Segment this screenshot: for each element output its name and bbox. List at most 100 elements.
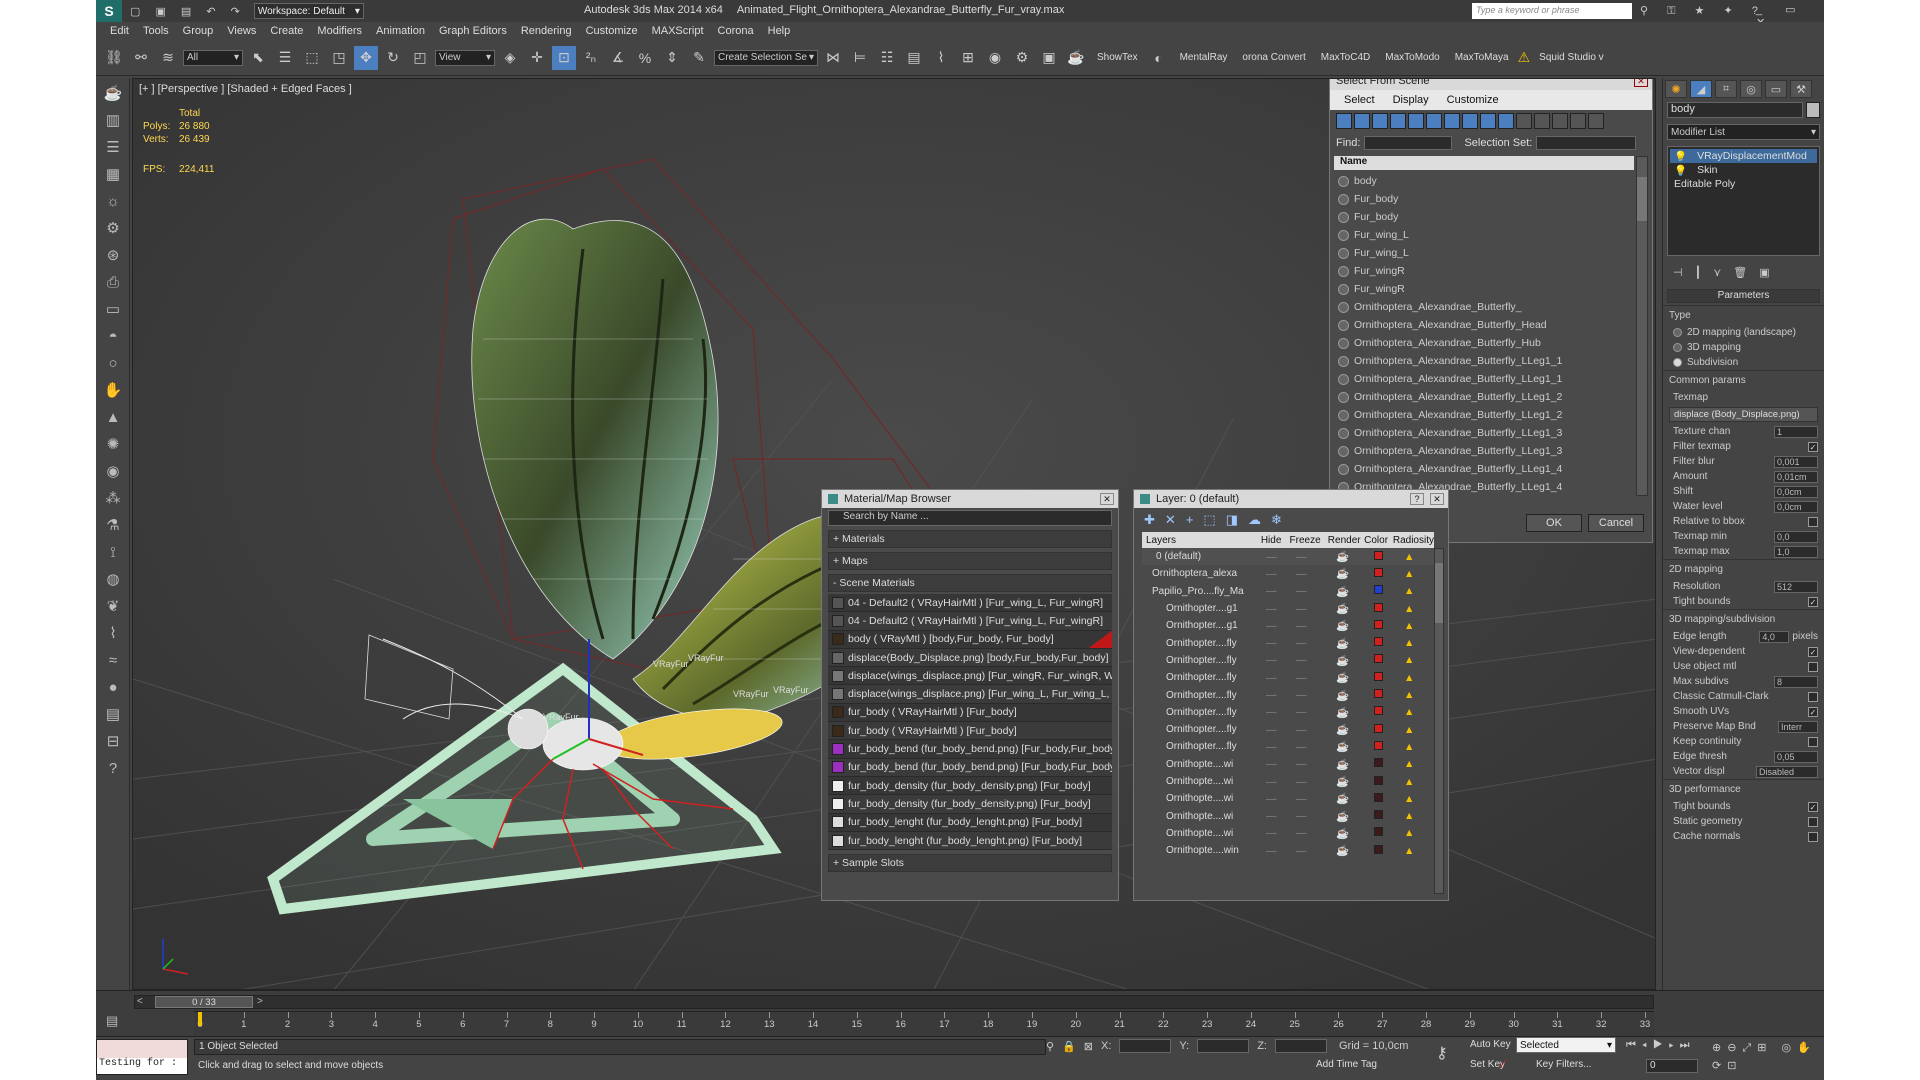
- render-toggle-icon[interactable]: ☕: [1336, 654, 1374, 667]
- scene-list-item[interactable]: Ornithoptera_Alexandrae_Butterfly_Head: [1334, 316, 1634, 334]
- menu-help[interactable]: Help: [768, 25, 791, 37]
- layer-color-swatch[interactable]: [1374, 706, 1404, 718]
- infocenter-icons[interactable]: ⚲ ⚿ ★ ✦ ?: [1640, 4, 1766, 18]
- maxtomaya-button[interactable]: MaxToMaya: [1455, 52, 1509, 63]
- filter-icon[interactable]: [1588, 113, 1604, 129]
- scene-list-item[interactable]: Ornithoptera_Alexandrae_Butterfly_LLeg1_…: [1334, 406, 1634, 424]
- layer-row[interactable]: Ornithopte....wi — — ☕ ▲: [1142, 825, 1434, 842]
- render-toggle-icon[interactable]: ☕: [1336, 689, 1374, 702]
- render-production-icon[interactable]: ☕: [1064, 46, 1088, 70]
- hide-toggle[interactable]: —: [1266, 810, 1296, 822]
- modify-tab-icon[interactable]: ◢: [1690, 80, 1712, 98]
- col-hide[interactable]: Hide: [1261, 535, 1290, 546]
- sun-icon[interactable]: ✺: [100, 432, 126, 456]
- tab-select[interactable]: Select: [1344, 94, 1375, 106]
- delete-layer-icon[interactable]: ✕: [1165, 512, 1176, 527]
- layer-row[interactable]: Ornithopte....wi — — ☕ ▲: [1142, 790, 1434, 807]
- hide-toggle[interactable]: —: [1266, 724, 1296, 736]
- dynamics-icon[interactable]: ⚗: [100, 513, 126, 537]
- radiosity-icon[interactable]: ▲: [1404, 620, 1414, 632]
- tight-bounds-checkbox[interactable]: Tight bounds ✓: [1663, 799, 1824, 814]
- sync-icon[interactable]: [1570, 113, 1586, 129]
- corona-convert-button[interactable]: orona Convert: [1242, 52, 1305, 63]
- scene-list-item[interactable]: Fur_wingR: [1334, 280, 1634, 298]
- nav-controls[interactable]: ⊕⊖⤢⊞ ◎✋⟳⊡: [1712, 1039, 1822, 1075]
- material-list-item[interactable]: fur_body_lenght (fur_body_lenght.png) [F…: [828, 831, 1112, 851]
- utilities-tab-icon[interactable]: ⚒: [1790, 80, 1812, 98]
- render-toggle-icon[interactable]: ☕: [1336, 810, 1374, 823]
- mirror-icon[interactable]: ⋈: [821, 46, 845, 70]
- particles-icon[interactable]: ⁂: [100, 486, 126, 510]
- param-field[interactable]: Shift 0,0cm: [1663, 484, 1824, 499]
- tight-bounds-2d-checkbox[interactable]: Tight bounds ✓: [1663, 594, 1824, 609]
- render-toggle-icon[interactable]: ☕: [1336, 706, 1374, 719]
- material-list-item[interactable]: fur_body ( VRayHairMtl ) [Fur_body]: [828, 703, 1112, 723]
- plant-icon[interactable]: ❦: [100, 594, 126, 618]
- bone-icon[interactable]: ⟟: [100, 540, 126, 564]
- layer-color-swatch[interactable]: [1374, 827, 1404, 839]
- radiosity-icon[interactable]: ▲: [1404, 741, 1414, 753]
- close-icon[interactable]: ✕: [1634, 79, 1648, 87]
- cache-normals-checkbox[interactable]: Cache normals: [1663, 829, 1824, 844]
- material-list-item[interactable]: fur_body_density (fur_body_density.png) …: [828, 795, 1112, 814]
- layer-row[interactable]: Ornithopter....fly — — ☕ ▲: [1142, 669, 1434, 686]
- radiosity-icon[interactable]: ▲: [1404, 724, 1414, 736]
- radiosity-icon[interactable]: ▲: [1404, 776, 1414, 788]
- layer-row[interactable]: Ornithopter....fly — — ☕ ▲: [1142, 634, 1434, 651]
- hide-toggle[interactable]: —: [1266, 551, 1296, 563]
- hide-toggle[interactable]: —: [1266, 585, 1296, 597]
- help-icon[interactable]: ?: [100, 756, 126, 780]
- time-slider[interactable]: < 0 / 33 >: [134, 995, 1654, 1009]
- show-end-result-icon[interactable]: ┃: [1695, 266, 1702, 279]
- key-icon[interactable]: ⚷: [1436, 1043, 1448, 1063]
- pivot-center-icon[interactable]: ◈: [498, 46, 522, 70]
- hair-icon[interactable]: ≈: [100, 648, 126, 672]
- freeze-toggle[interactable]: —: [1296, 724, 1336, 736]
- radiosity-icon[interactable]: ▲: [1404, 551, 1414, 563]
- freeze-toggle[interactable]: —: [1296, 827, 1336, 839]
- scene-list-item[interactable]: Ornithoptera_Alexandrae_Butterfly_LLeg1_…: [1334, 460, 1634, 478]
- camera-icon[interactable]: ⎙: [100, 270, 126, 294]
- tab-display[interactable]: Display: [1393, 94, 1429, 106]
- layer-row[interactable]: Ornithopte....wi — — ☕ ▲: [1142, 807, 1434, 824]
- freeze-toggle[interactable]: —: [1296, 758, 1336, 770]
- layer-manager-icon[interactable]: ☷: [875, 46, 899, 70]
- render-frame-icon[interactable]: ▥: [100, 108, 126, 132]
- layer-color-swatch[interactable]: [1374, 810, 1404, 822]
- hierarchy-tab-icon[interactable]: ⌗: [1715, 80, 1737, 98]
- x-field[interactable]: [1119, 1039, 1172, 1053]
- scene-list-item[interactable]: Ornithoptera_Alexandrae_Butterfly_Hub: [1334, 334, 1634, 352]
- maxtoc4d-button[interactable]: MaxToC4D: [1321, 52, 1370, 63]
- hide-toggle[interactable]: —: [1266, 827, 1296, 839]
- preserve-map-bnd-dropdown[interactable]: Preserve Map Bnd Interr: [1663, 719, 1824, 734]
- hide-toggle[interactable]: —: [1266, 845, 1296, 857]
- key-filters-button[interactable]: Key Filters...: [1536, 1059, 1592, 1070]
- layer-color-swatch[interactable]: [1374, 567, 1404, 580]
- current-frame-field[interactable]: 0: [1646, 1059, 1698, 1073]
- playback-controls[interactable]: ⏮◂▶▸⏭: [1626, 1039, 1696, 1052]
- freeze-toggle[interactable]: —: [1296, 654, 1336, 666]
- hide-toggle[interactable]: —: [1266, 776, 1296, 788]
- quick-access-icons[interactable]: ▢ ▣ ▤ ↶ ↷: [130, 5, 246, 18]
- layer-color-swatch[interactable]: [1374, 550, 1404, 563]
- render-toggle-icon[interactable]: ☕: [1336, 567, 1374, 580]
- scene-list-item[interactable]: Ornithoptera_Alexandrae_Butterfly_LLeg1_…: [1334, 424, 1634, 442]
- rect-selection-icon[interactable]: ⬚: [300, 46, 324, 70]
- menu-rendering[interactable]: Rendering: [521, 25, 572, 37]
- freeze-toggle[interactable]: —: [1296, 741, 1336, 753]
- keep-continuity-checkbox[interactable]: Keep continuity: [1663, 734, 1824, 749]
- render-toggle-icon[interactable]: ☕: [1336, 792, 1374, 805]
- material-list-item[interactable]: fur_body_bend (fur_body_bend.png) [Fur_b…: [828, 758, 1112, 777]
- render-toggle-icon[interactable]: ☕: [1336, 740, 1374, 753]
- highlight-layer-icon[interactable]: ◨: [1226, 512, 1238, 527]
- layer-row[interactable]: Ornithopter....fly — — ☕ ▲: [1142, 686, 1434, 703]
- cone-icon[interactable]: ▲: [100, 405, 126, 429]
- dome-icon[interactable]: ◓: [100, 324, 126, 348]
- select-invert-icon[interactable]: [1552, 113, 1568, 129]
- perspective-viewport[interactable]: [+ ] [Perspective ] [Shaded + Edged Face…: [132, 78, 1656, 990]
- next-frame-icon[interactable]: >: [257, 996, 263, 1007]
- percent-snap-icon[interactable]: %: [633, 46, 657, 70]
- frame-ruler[interactable]: 0123456789101112131415161718192021222324…: [194, 1011, 1654, 1037]
- hide-toggle[interactable]: —: [1266, 620, 1296, 632]
- select-in-layer-icon[interactable]: ⬚: [1203, 512, 1215, 527]
